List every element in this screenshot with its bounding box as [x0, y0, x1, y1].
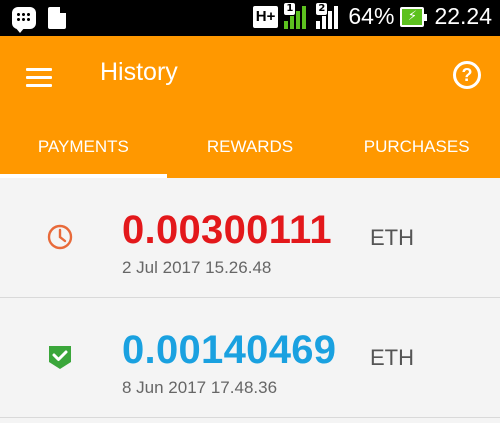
transaction-amount: 0.00140469 — [122, 328, 337, 372]
list-item[interactable]: 0.00140469 ETH 8 Jun 2017 17.48.36 — [0, 298, 500, 418]
transaction-unit: ETH — [370, 225, 414, 250]
status-bar: H+ 1 2 64% ⚡ 22.24 — [0, 0, 500, 36]
sim1-slot-label: 1 — [284, 2, 296, 15]
shield-check-icon — [49, 346, 71, 369]
page-title: History — [100, 58, 178, 86]
transaction-date: 2 Jul 2017 15.26.48 — [122, 258, 272, 277]
battery-charging-icon: ⚡ — [400, 6, 428, 27]
clock-time: 22.24 — [434, 3, 492, 29]
app-bar: History ? PAYMENTS REWARDS PURCHASES — [0, 36, 500, 178]
transaction-unit: ETH — [370, 345, 414, 370]
bbm-notification-icon — [12, 7, 36, 33]
tab-payments-label: PAYMENTS — [37, 137, 129, 156]
signal-strength-sim1-icon: 1 — [284, 2, 310, 29]
sim2-slot-label: 2 — [316, 2, 328, 15]
sim-card-icon — [48, 7, 66, 29]
battery-percent: 64% — [348, 3, 395, 29]
network-type-label: H+ — [252, 5, 279, 28]
tab-bar: PAYMENTS REWARDS PURCHASES — [0, 128, 500, 178]
tab-purchases[interactable]: PURCHASES — [333, 128, 500, 178]
tab-payments[interactable]: PAYMENTS — [0, 128, 167, 178]
help-circle-icon[interactable]: ? — [453, 61, 481, 89]
tab-rewards[interactable]: REWARDS — [167, 128, 334, 178]
list-item[interactable]: 0.00300111 ETH 2 Jul 2017 15.26.48 — [0, 178, 500, 298]
tab-rewards-label: REWARDS — [206, 137, 294, 156]
hamburger-menu-icon[interactable] — [26, 68, 52, 88]
transaction-amount: 0.00300111 — [122, 208, 332, 252]
clock-icon — [47, 224, 73, 250]
signal-strength-sim2-icon: 2 — [316, 2, 342, 29]
transaction-list: 0.00300111 ETH 2 Jul 2017 15.26.48 0.001… — [0, 178, 500, 418]
tab-purchases-label: PURCHASES — [363, 137, 470, 156]
transaction-date: 8 Jun 2017 17.48.36 — [122, 378, 278, 397]
